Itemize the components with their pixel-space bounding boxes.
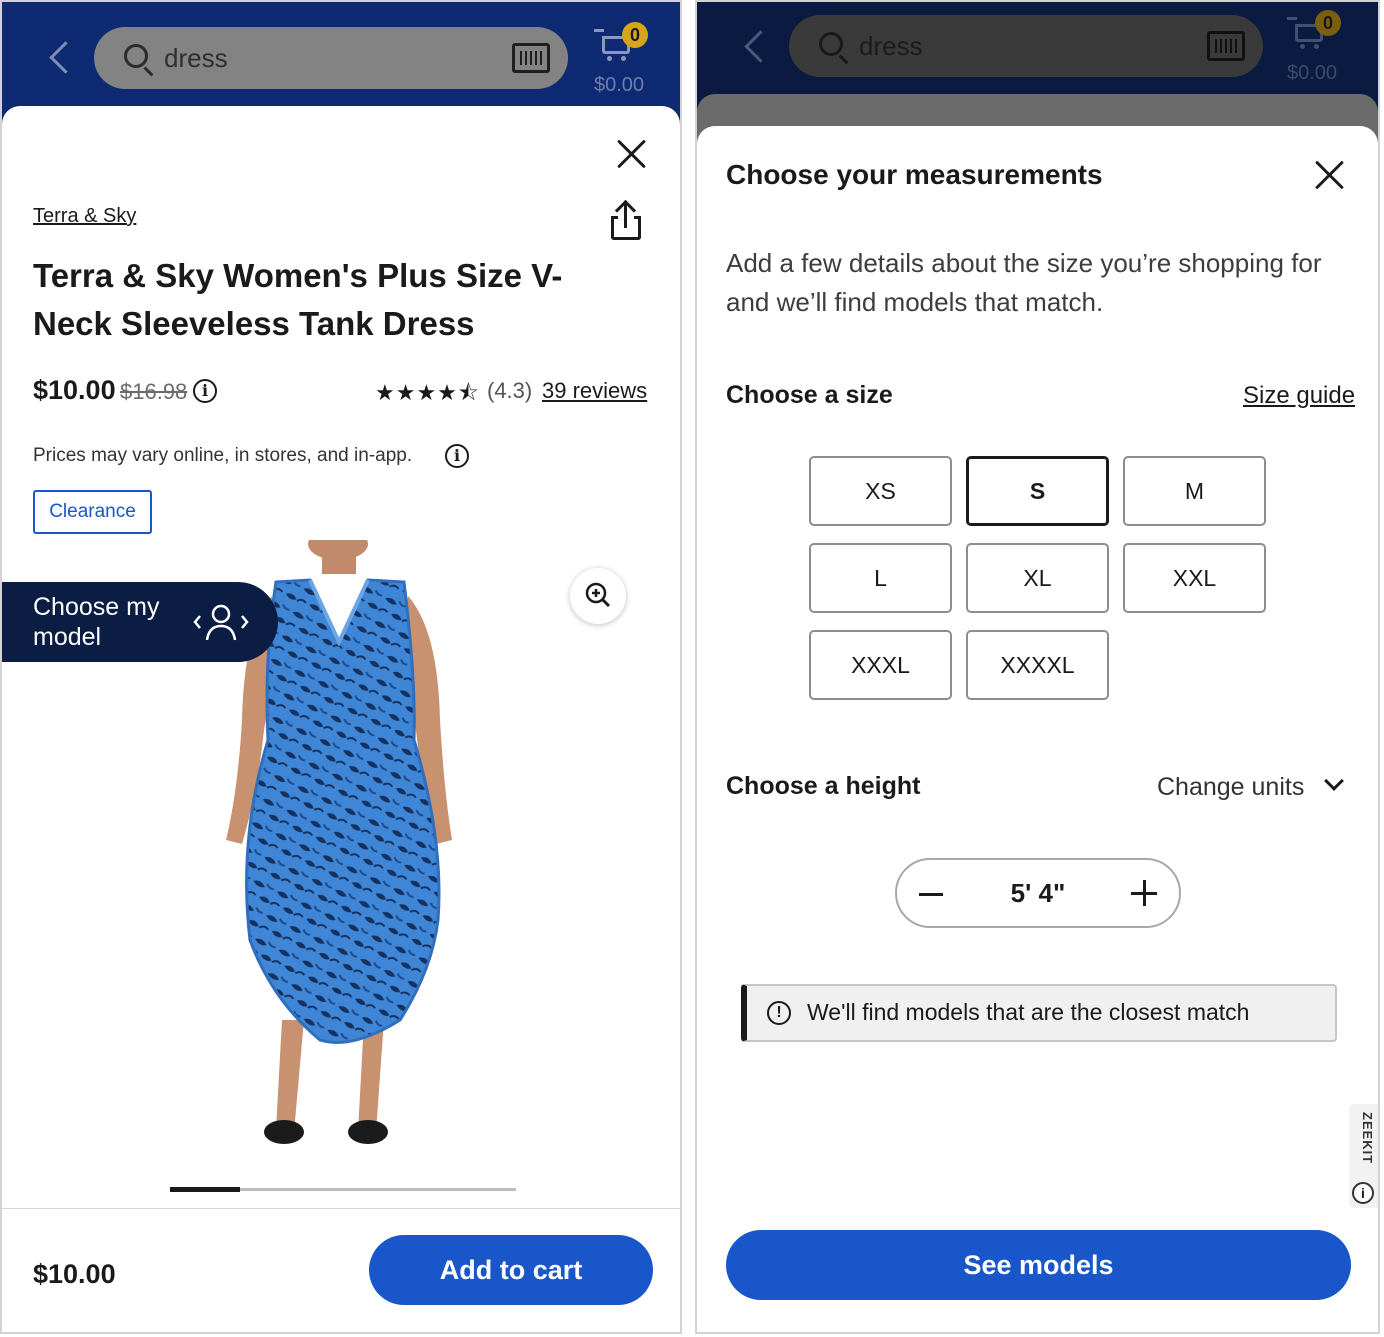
search-query: dress — [164, 43, 228, 73]
size-option-s[interactable]: S — [966, 456, 1109, 526]
barcode-scanner-icon[interactable] — [1207, 31, 1245, 61]
zeekit-label: ZEEKIT — [1360, 1112, 1375, 1165]
measurements-screen: dress 0 $0.00 Choose your measurements A… — [695, 0, 1380, 1334]
product-screen: dress 0 $0.00 Terra & Sky Terra & Sky Wo… — [0, 0, 682, 1334]
height-section-label: Choose a height — [726, 772, 921, 800]
current-price: $10.00 — [33, 375, 116, 405]
choose-model-label: Choose my model — [33, 593, 160, 651]
barcode-scanner-icon[interactable] — [512, 43, 550, 73]
back-button[interactable] — [735, 27, 775, 67]
search-bar[interactable]: dress — [94, 27, 568, 89]
cart-button[interactable]: 0 $0.00 — [594, 22, 654, 102]
closest-match-notice: ! We'll find models that are the closest… — [741, 984, 1337, 1042]
size-option-l[interactable]: L — [809, 543, 952, 613]
image-carousel-indicator — [170, 1187, 516, 1192]
alert-icon: ! — [767, 1001, 791, 1025]
search-bar[interactable]: dress — [789, 15, 1263, 77]
size-option-xs[interactable]: XS — [809, 456, 952, 526]
cart-count-badge: 0 — [622, 22, 648, 48]
disclaimer-info-icon[interactable]: i — [445, 444, 469, 468]
size-option-xxxxl[interactable]: XXXXL — [966, 630, 1109, 700]
search-query: dress — [859, 31, 923, 61]
size-option-xl[interactable]: XL — [966, 543, 1109, 613]
share-icon[interactable] — [609, 199, 643, 242]
price-disclaimer: Prices may vary online, in stores, and i… — [33, 445, 413, 466]
notice-text: We'll find models that are the closest m… — [807, 999, 1250, 1025]
reviews-link[interactable]: 39 reviews — [542, 378, 647, 404]
rating-stars: ★★★★⯪ — [375, 380, 480, 405]
size-guide-link[interactable]: Size guide — [1243, 382, 1355, 410]
choose-my-model-button[interactable]: Choose my model — [2, 582, 278, 662]
size-section-label: Choose a size — [726, 381, 893, 409]
cart-button[interactable]: 0 $0.00 — [1287, 10, 1347, 90]
was-price: $16.98 — [120, 379, 188, 404]
cart-total: $0.00 — [594, 74, 645, 96]
search-icon — [124, 44, 148, 68]
sheet-title: Choose your measurements — [726, 159, 1103, 190]
sheet-description: Add a few details about the size you’re … — [726, 248, 1322, 317]
cart-count-badge: 0 — [1315, 10, 1341, 36]
clearance-tag: Clearance — [33, 490, 152, 534]
close-icon[interactable] — [616, 138, 648, 170]
plus-icon[interactable] — [1131, 880, 1157, 906]
carousel-active-segment — [170, 1187, 240, 1192]
size-option-xxl[interactable]: XXL — [1123, 543, 1266, 613]
price-info-icon[interactable]: i — [193, 379, 217, 403]
chevron-down-icon[interactable] — [1324, 771, 1344, 791]
bottom-price: $10.00 — [33, 1259, 116, 1289]
size-option-m[interactable]: M — [1123, 456, 1266, 526]
cart-total: $0.00 — [1287, 62, 1338, 84]
change-units-dropdown[interactable]: Change units — [1157, 773, 1304, 802]
product-title: Terra & Sky Women's Plus Size V-Neck Sle… — [33, 257, 563, 342]
measurements-sheet: Choose your measurements Add a few detai… — [697, 126, 1378, 1332]
model-person-icon — [193, 604, 249, 641]
see-models-button[interactable]: See models — [726, 1230, 1351, 1300]
zeekit-info-icon[interactable]: i — [1352, 1182, 1374, 1204]
search-icon — [819, 32, 843, 56]
height-stepper: 5' 4" — [895, 858, 1181, 928]
zoom-button[interactable] — [570, 568, 626, 624]
bottom-action-bar: $10.00 Add to cart — [2, 1208, 680, 1332]
rating-value: (4.3) — [487, 378, 533, 403]
size-option-xxxl[interactable]: XXXL — [809, 630, 952, 700]
close-icon[interactable] — [1314, 159, 1346, 191]
zoom-in-icon — [585, 582, 611, 608]
back-button[interactable] — [40, 38, 80, 78]
add-to-cart-button[interactable]: Add to cart — [369, 1235, 653, 1305]
brand-link[interactable]: Terra & Sky — [33, 205, 136, 228]
